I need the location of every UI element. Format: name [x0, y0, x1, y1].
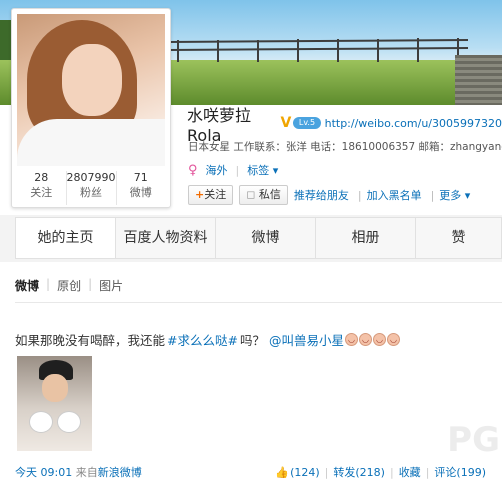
more-label: 更多 — [439, 189, 462, 202]
feed-subtabs: 微博 | 原创 | 图片 — [15, 277, 123, 294]
tags-label: 标签 — [247, 164, 270, 177]
emoji-icon: ◡ — [387, 333, 400, 346]
avatar-face — [62, 44, 122, 116]
profile-tags-row: ♀ 海外 | 标签 ▾ — [188, 162, 278, 178]
post-from-label: 来自 — [75, 466, 98, 479]
plus-icon: + — [195, 188, 205, 201]
mail-icon: ◻ — [246, 188, 256, 201]
post-time-link[interactable]: 今天 09:01 — [15, 466, 72, 479]
profile-url-link[interactable]: http://weibo.com/u/3005997320 — [325, 117, 502, 130]
thumbs-up-icon: 👍 — [275, 465, 290, 479]
stat-following-label: 关注 — [30, 186, 53, 199]
emoji-icon: ◡ — [359, 333, 372, 346]
more-dropdown[interactable]: 更多 ▾ — [439, 187, 470, 203]
stat-fans[interactable]: 2807990 粉丝 — [67, 171, 117, 205]
stat-following-num: 28 — [34, 171, 49, 184]
stat-posts[interactable]: 71 微博 — [117, 171, 166, 205]
separator: | — [389, 465, 394, 479]
separator: | — [46, 277, 51, 291]
tab-likes[interactable]: 赞 — [416, 218, 501, 258]
profile-tabs: 她的主页 百度人物资料 微博 相册 赞 — [15, 217, 502, 259]
post-meta: 今天 09:01 来自新浪微博 — [15, 464, 142, 480]
post-text-after: 吗？ — [239, 333, 265, 348]
subtab-pictures[interactable]: 图片 — [99, 277, 123, 294]
follow-label: 关注 — [204, 188, 227, 201]
comment-button[interactable]: 评论(199) — [434, 464, 486, 480]
cover-stairs — [455, 55, 502, 105]
verified-icon[interactable]: V — [280, 115, 291, 131]
avatar[interactable] — [17, 14, 165, 166]
profile-info: 日本女星 工作联系：张洋 电话：18610006357 邮箱：zhangyang… — [188, 141, 502, 153]
tab-baidu-profile[interactable]: 百度人物资料 — [116, 218, 216, 258]
tab-weibo[interactable]: 微博 — [216, 218, 316, 258]
recommend-link[interactable]: 推荐给朋友 — [294, 187, 349, 203]
tags-dropdown[interactable]: 标签 ▾ — [247, 162, 278, 178]
separator: | — [430, 188, 435, 202]
blacklist-link[interactable]: 加入黑名单 — [367, 187, 422, 203]
tab-home[interactable]: 她的主页 — [16, 218, 116, 258]
profile-stats: 28 关注 2807990 粉丝 71 微博 — [17, 171, 165, 205]
emoji-icon: ◡ — [345, 333, 358, 346]
stat-fans-num: 2807990 — [66, 171, 116, 184]
avatar-pillow — [17, 119, 165, 166]
separator: | — [357, 188, 362, 202]
post-text-before: 如果那晚没有喝醉，我还能 — [15, 333, 166, 348]
separator: | — [235, 163, 240, 177]
feed: 微博 | 原创 | 图片 如果那晚没有喝醉，我还能 #求么么哒# 吗？ @叫兽易… — [0, 262, 502, 495]
subtab-original[interactable]: 原创 — [57, 277, 81, 294]
profile-name-row: 水咲萝拉Rola V Lv.5 http://weibo.com/u/30059… — [187, 106, 502, 145]
stat-following[interactable]: 28 关注 — [17, 171, 67, 205]
separator: | — [324, 465, 329, 479]
avatar-card: 28 关注 2807990 粉丝 71 微博 — [11, 8, 171, 208]
vip-badge-icon[interactable]: Lv.5 — [293, 117, 321, 129]
separator: | — [88, 277, 93, 291]
cover-fence — [168, 38, 468, 62]
chevron-down-icon: ▾ — [464, 189, 471, 202]
post-image-glove-right — [57, 411, 81, 433]
stat-posts-label: 微博 — [129, 186, 152, 199]
repost-button[interactable]: 转发(218) — [333, 464, 385, 480]
divider — [15, 302, 502, 303]
emoji-icon: ◡ — [373, 333, 386, 346]
post-topic-link[interactable]: #求么么哒# — [167, 330, 238, 349]
follow-button[interactable]: +关注 — [188, 185, 234, 205]
tab-album[interactable]: 相册 — [316, 218, 416, 258]
post-text: 如果那晚没有喝醉，我还能 #求么么哒# 吗？ @叫兽易小星 ◡ ◡ ◡ ◡ — [15, 330, 400, 349]
favorite-button[interactable]: 收藏 — [399, 464, 421, 480]
location-link[interactable]: 海外 — [206, 162, 228, 178]
message-button[interactable]: ◻ 私信 — [239, 185, 288, 205]
subtab-weibo[interactable]: 微博 — [15, 277, 39, 294]
post-image-head — [42, 374, 68, 402]
post-image-glove-left — [29, 411, 53, 433]
message-label: 私信 — [258, 188, 281, 201]
female-icon: ♀ — [188, 162, 198, 178]
chevron-down-icon: ▾ — [272, 164, 279, 177]
post-actions: 👍(124) | 转发(218) | 收藏 | 评论(199) — [275, 464, 486, 480]
watermark: PG — [447, 420, 500, 460]
like-count: (124) — [290, 465, 320, 479]
like-button[interactable]: 👍(124) — [275, 466, 319, 479]
post-mention-link[interactable]: @叫兽易小星 — [269, 330, 344, 349]
separator: | — [425, 465, 430, 479]
profile-actions: +关注 ◻ 私信 推荐给朋友 | 加入黑名单 | 更多 ▾ — [188, 185, 474, 205]
stat-posts-num: 71 — [133, 171, 148, 184]
post-source-link[interactable]: 新浪微博 — [98, 466, 142, 479]
post-image[interactable] — [17, 356, 92, 451]
stat-fans-label: 粉丝 — [80, 186, 102, 199]
